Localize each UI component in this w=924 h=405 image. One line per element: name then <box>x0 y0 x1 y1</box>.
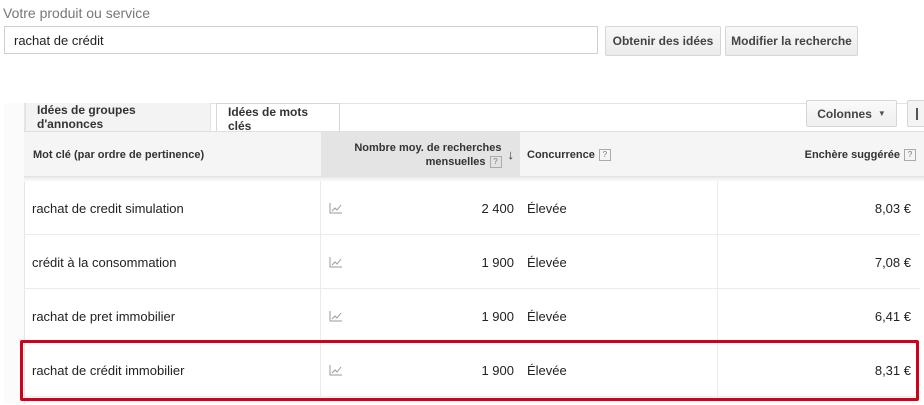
bid-cell: 6,41 € <box>874 308 911 324</box>
columns-button-label: Colonnes <box>817 106 872 121</box>
bid-cell: 8,03 € <box>874 200 911 216</box>
header-volume[interactable]: Nombre moy. de recherches mensuelles? ↓ <box>321 132 520 177</box>
help-icon[interactable]: ? <box>489 155 502 168</box>
highlight-box <box>20 340 919 401</box>
product-service-label: Votre produit ou service <box>3 5 151 21</box>
keyword-cell[interactable]: rachat de pret immobilier <box>32 289 322 343</box>
header-keyword[interactable]: Mot clé (par ordre de pertinence) <box>33 132 313 177</box>
volume-cell: 1 900 <box>481 308 514 324</box>
header-bid-label: Enchère suggérée <box>804 148 900 161</box>
keyword-cell[interactable]: crédit à la consommation <box>32 235 322 289</box>
volume-cell: 2 400 <box>481 200 514 216</box>
caret-down-icon: ▼ <box>877 109 886 118</box>
header-volume-line1: Nombre moy. de recherches <box>354 141 502 154</box>
toolbar-mini-button[interactable] <box>907 100 924 127</box>
table-row[interactable]: rachat de pret immobilier 1 900 Élevée 6… <box>24 289 920 343</box>
header-volume-line2: mensuelles <box>425 155 486 168</box>
volume-cell: 1 900 <box>481 254 514 270</box>
columns-button[interactable]: Colonnes ▼ <box>806 100 897 127</box>
table-row[interactable]: crédit à la consommation 1 900 Élevée 7,… <box>24 235 920 289</box>
table-row[interactable]: rachat de credit simulation 2 400 Élevée… <box>24 181 920 235</box>
header-competition[interactable]: Concurrence ? <box>527 132 717 177</box>
bid-cell: 7,08 € <box>874 254 911 270</box>
search-input[interactable] <box>5 27 597 53</box>
modify-search-button[interactable]: Modifier la recherche <box>725 26 858 56</box>
tab-keyword-ideas[interactable]: Idées de mots clés <box>216 103 340 134</box>
header-suggested-bid[interactable]: Enchère suggérée ? <box>720 132 916 177</box>
search-field[interactable] <box>4 26 598 54</box>
competition-cell: Élevée <box>527 254 567 270</box>
help-icon[interactable]: ? <box>904 148 916 161</box>
header-competition-label: Concurrence <box>527 148 595 161</box>
competition-cell: Élevée <box>527 200 567 216</box>
keyword-cell[interactable]: rachat de credit simulation <box>32 181 322 235</box>
competition-cell: Élevée <box>527 308 567 324</box>
tab-ad-group-ideas[interactable]: Idées de groupes d'annonces <box>25 103 211 132</box>
arrow-down-icon: ↓ <box>507 147 515 162</box>
get-ideas-button[interactable]: Obtenir des idées <box>605 26 721 56</box>
help-icon[interactable]: ? <box>598 148 611 161</box>
